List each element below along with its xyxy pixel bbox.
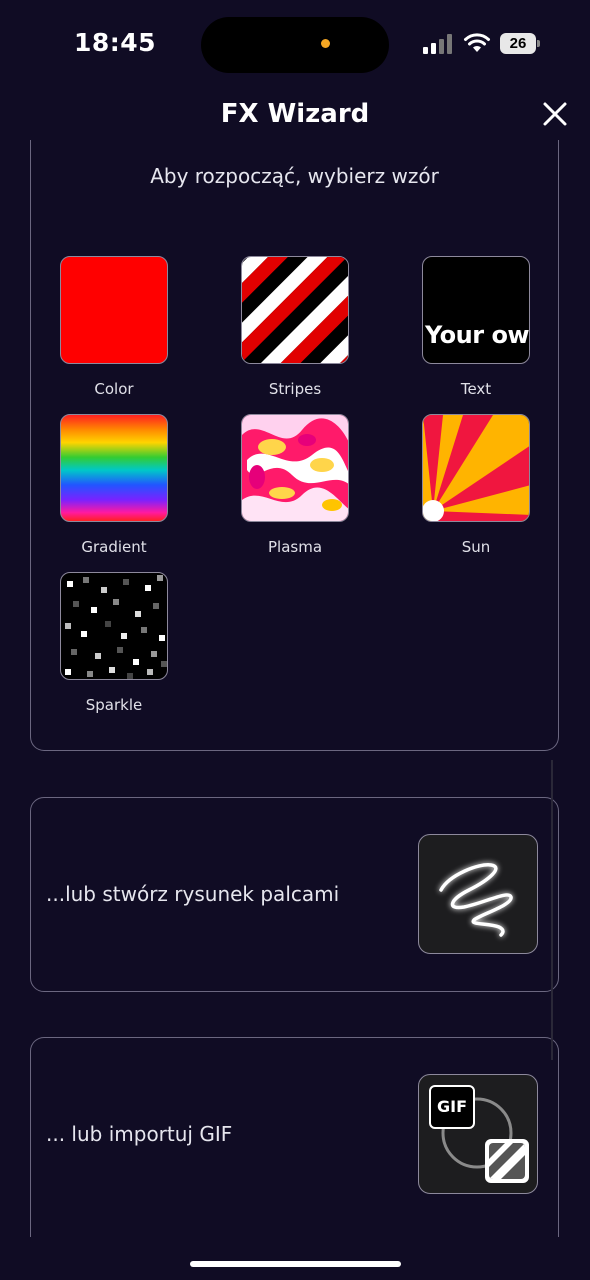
close-button[interactable] [541, 100, 569, 128]
pattern-color-tile[interactable] [60, 256, 168, 364]
pattern-stripes-label: Stripes [268, 380, 322, 398]
battery-icon: 26 [500, 33, 540, 54]
status-bar: 18:45 26 [0, 0, 590, 90]
draw-option-label: ...lub stwórz rysunek palcami [46, 882, 340, 906]
pattern-text-tile[interactable]: Your ow [422, 256, 530, 364]
gif-import-icon: GIF [418, 1074, 538, 1194]
pattern-sparkle-label: Sparkle [85, 696, 143, 714]
pattern-color-label: Color [94, 380, 134, 398]
squiggle-drawing-icon [418, 834, 538, 954]
pattern-stripes-tile[interactable] [241, 256, 349, 364]
pattern-intro-text: Aby rozpocząć, wybierz wzór [150, 164, 439, 188]
scroll-indicator [551, 760, 553, 1060]
pattern-sparkle-tile[interactable] [60, 572, 168, 680]
text-preview: Your ow [425, 321, 530, 349]
page-title: FX Wizard [220, 99, 370, 129]
battery-level: 26 [500, 33, 536, 54]
pattern-picker-card: Aby rozpocząć, wybierz wzór Color Stripe… [30, 140, 559, 751]
draw-with-fingers-card[interactable]: ...lub stwórz rysunek palcami [30, 797, 559, 992]
status-time: 18:45 [74, 28, 157, 57]
privacy-indicator-dot [321, 39, 330, 48]
pattern-text-label: Text [460, 380, 492, 398]
home-indicator[interactable] [190, 1261, 401, 1267]
pattern-plasma-tile[interactable] [241, 414, 349, 522]
wifi-icon [464, 33, 490, 52]
gif-badge: GIF [436, 1097, 467, 1116]
dynamic-island [201, 17, 389, 73]
pattern-plasma-label: Plasma [267, 538, 323, 556]
cellular-signal-icon [423, 34, 453, 54]
pattern-sun-tile[interactable] [422, 414, 530, 522]
gif-option-label: ... lub importuj GIF [46, 1122, 233, 1146]
import-gif-card[interactable]: ... lub importuj GIF GIF [30, 1037, 559, 1237]
pattern-gradient-tile[interactable] [60, 414, 168, 522]
pattern-sun-label: Sun [461, 538, 491, 556]
pattern-gradient-label: Gradient [81, 538, 147, 556]
